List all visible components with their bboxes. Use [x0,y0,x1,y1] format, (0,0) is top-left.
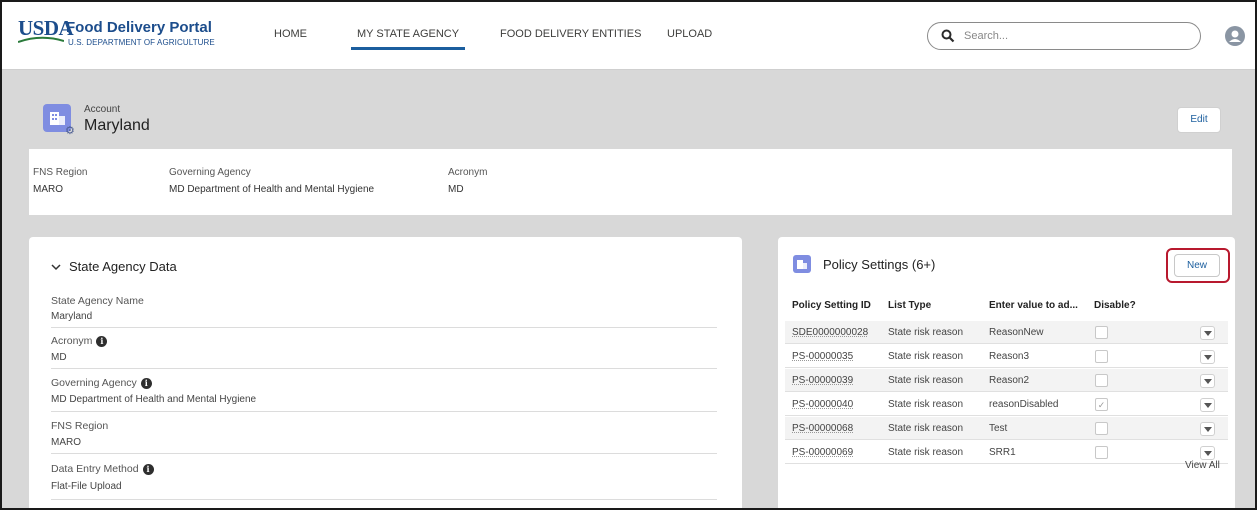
list-type-cell: State risk reason [888,423,964,434]
list-type-cell: State risk reason [888,327,964,338]
new-button[interactable]: New [1174,254,1220,277]
disable-checkbox [1095,374,1108,387]
disable-checkbox [1095,446,1108,459]
chevron-down-icon [51,263,65,274]
policy-setting-id-link[interactable]: PS-00000069 [792,447,853,458]
column-header-policy-setting-id[interactable]: Policy Setting ID [792,300,871,311]
policy-setting-id-link[interactable]: PS-00000068 [792,423,853,434]
usda-swoosh-icon [18,36,64,43]
value-cell: Reason3 [989,351,1030,362]
app-window: USDA Food Delivery Portal U.S. DEPARTMEN… [0,0,1257,510]
info-icon[interactable]: i [140,377,152,389]
section-title: State Agency Data [69,259,177,274]
highlight-value: MD Department of Health and Mental Hygie… [169,184,375,195]
nav-my-state-agency[interactable]: MY STATE AGENCY [350,28,466,50]
table-row: PS-00000039 State risk reason Reason2 [785,369,1228,392]
global-header: USDA Food Delivery Portal U.S. DEPARTMEN… [2,2,1255,70]
value-cell: Test [989,423,1008,434]
value-cell: reasonDisabled [989,399,1059,410]
list-type-cell: State risk reason [888,399,964,410]
search-input[interactable]: Search... [964,30,1008,42]
edit-button[interactable]: Edit [1177,107,1221,133]
table-row: PS-00000068 State risk reason Test [785,417,1228,440]
row-actions-dropdown-icon[interactable] [1200,422,1215,436]
table-row: PS-00000069 State risk reason SRR1 [785,441,1228,464]
disable-checkbox-checked: ✓ [1095,398,1108,411]
value-cell: ReasonNew [989,327,1044,338]
highlight-label: Governing Agency [169,167,251,178]
field-value-fns-region: MARO [51,437,81,448]
divider [51,411,717,412]
field-label-state-agency-name: State Agency Name [51,295,144,307]
policy-setting-id-link[interactable]: PS-00000035 [792,351,853,362]
nav-food-delivery-entities[interactable]: FOOD DELIVERY ENTITIES [500,28,641,40]
disable-checkbox [1095,422,1108,435]
table-row: PS-00000040 State risk reason reasonDisa… [785,393,1228,416]
field-label-fns-region: FNS Region [51,420,109,432]
list-type-cell: State risk reason [888,447,964,458]
usda-logo[interactable]: USDA Food Delivery Portal U.S. DEPARTMEN… [18,14,218,54]
field-value-data-entry-method: Flat-File Upload [51,481,122,492]
policy-setting-id-link[interactable]: PS-00000040 [792,399,853,410]
highlight-label: Acronym [448,167,488,178]
row-actions-dropdown-icon[interactable] [1200,446,1215,460]
person-icon [1229,30,1241,42]
value-cell: SRR1 [989,447,1016,458]
user-avatar-icon[interactable] [1225,26,1245,46]
info-icon[interactable]: i [142,463,154,475]
portal-title: Food Delivery Portal [66,19,212,36]
table-row: PS-00000035 State risk reason Reason3 [785,345,1228,368]
nav-upload[interactable]: UPLOAD [667,28,712,40]
policy-setting-id-link[interactable]: SDE0000000028 [792,327,868,338]
policy-setting-id-link[interactable]: PS-00000039 [792,375,853,386]
related-list-title[interactable]: Policy Settings (6+) [823,257,935,272]
divider [51,327,717,328]
value-cell: Reason2 [989,375,1030,386]
field-label-governing-agency: Governing Agency i [51,377,152,389]
column-header-value[interactable]: Enter value to ad... [989,300,1078,311]
highlights-panel: FNS Region MARO Governing Agency MD Depa… [29,149,1232,215]
row-actions-dropdown-icon[interactable] [1200,326,1215,340]
divider [51,368,717,369]
field-label-data-entry-method: Data Entry Method i [51,463,154,475]
section-toggle-state-agency-data[interactable]: State Agency Data [51,259,177,274]
row-actions-dropdown-icon[interactable] [1200,374,1215,388]
search-icon [941,29,955,43]
column-header-list-type[interactable]: List Type [888,300,931,311]
record-name: Maryland [84,117,150,134]
global-search[interactable]: Search... [927,22,1201,50]
disable-checkbox [1095,326,1108,339]
policy-settings-icon [793,255,811,273]
highlight-value: MARO [33,184,63,195]
divider [51,499,717,500]
list-type-cell: State risk reason [888,351,964,362]
policy-settings-card: Policy Settings (6+) New Policy Setting … [778,237,1235,508]
nav-home[interactable]: HOME [274,28,307,40]
highlight-value: MD [448,184,464,195]
field-value-acronym: MD [51,352,67,363]
state-agency-data-card: State Agency Data State Agency Name Mary… [29,237,742,508]
field-value-state-agency-name: Maryland [51,311,93,322]
column-header-disable[interactable]: Disable? [1094,300,1136,311]
row-actions-dropdown-icon[interactable] [1200,350,1215,364]
disable-checkbox [1095,350,1108,363]
field-value-governing-agency: MD Department of Health and Mental Hygie… [51,394,257,405]
view-all-link[interactable]: View All [1185,460,1220,471]
record-type-label: Account [84,104,121,115]
info-icon[interactable]: i [96,335,108,347]
list-type-cell: State risk reason [888,375,964,386]
gear-icon: ⚙ [65,125,75,137]
highlight-label: FNS Region [33,167,88,178]
table-row: SDE0000000028 State risk reason ReasonNe… [785,321,1228,344]
field-label-acronym: Acronym i [51,335,108,347]
row-actions-dropdown-icon[interactable] [1200,398,1215,412]
portal-subtitle: U.S. DEPARTMENT OF AGRICULTURE [68,38,215,47]
record-header: ⚙ Account Maryland Edit [29,87,1232,149]
divider [51,453,717,454]
